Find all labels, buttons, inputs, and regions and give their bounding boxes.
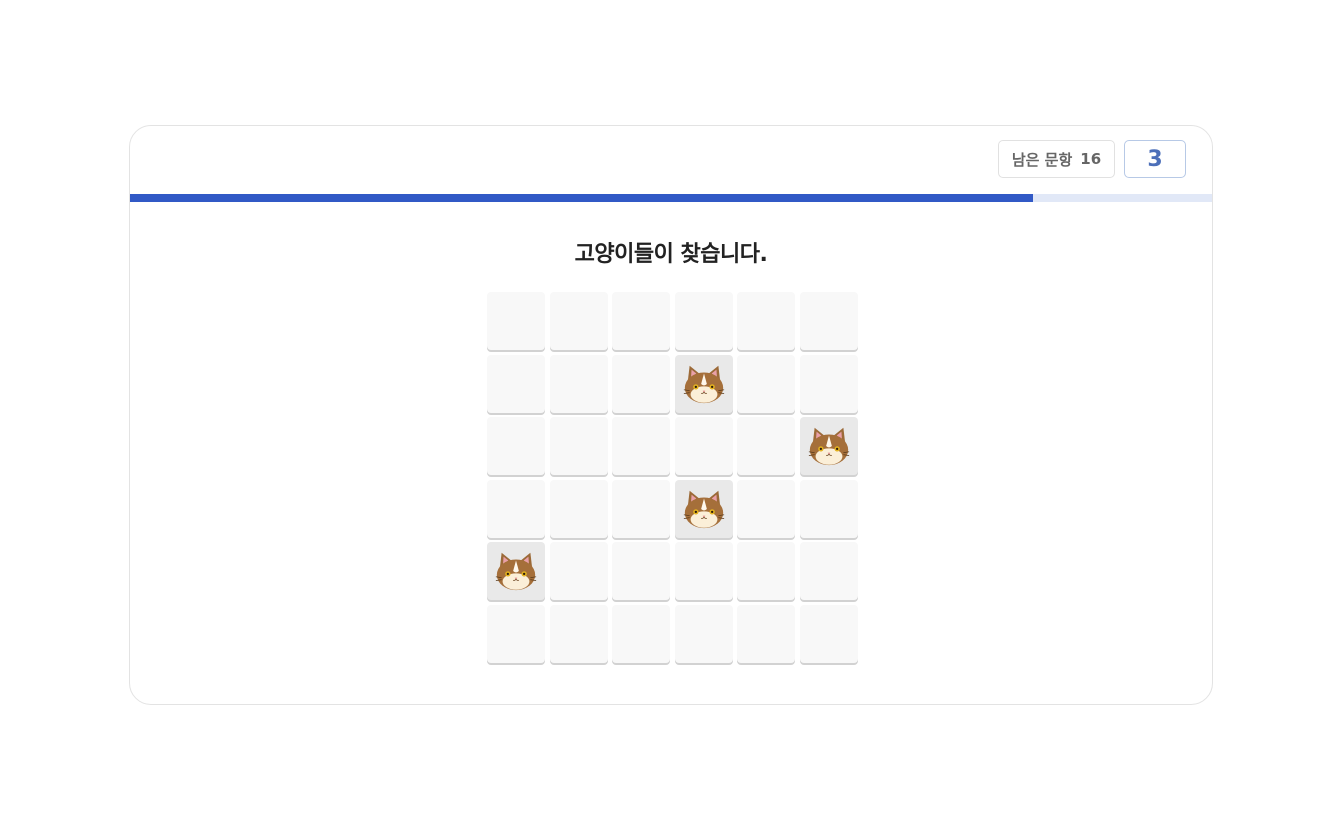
grid-tile[interactable] <box>737 604 795 663</box>
grid-tile[interactable] <box>674 479 733 538</box>
progress-bar-fill <box>130 194 1034 202</box>
grid-tile[interactable] <box>674 604 733 663</box>
grid-tile[interactable] <box>799 292 858 350</box>
instruction-text: 고양이들이 찾습니다. <box>574 242 768 267</box>
grid-tile[interactable] <box>612 292 670 350</box>
grid-tile[interactable] <box>487 542 545 600</box>
grid-tile[interactable] <box>549 354 608 413</box>
grid-tile[interactable] <box>487 604 545 663</box>
grid-tile[interactable] <box>674 542 733 600</box>
level-indicator: 3 <box>1124 140 1186 178</box>
grid-tile[interactable] <box>549 292 608 350</box>
grid-tile[interactable] <box>737 292 795 350</box>
remaining-label: 남은 문항 <box>1011 150 1073 169</box>
grid-tile[interactable] <box>549 604 608 663</box>
remaining-questions-badge: 남은 문항 16 <box>998 140 1115 178</box>
cat-face-icon <box>808 427 849 466</box>
grid-tile[interactable] <box>487 417 545 475</box>
grid-tile[interactable] <box>799 479 858 538</box>
grid-tile[interactable] <box>737 479 795 538</box>
grid-tile[interactable] <box>549 542 608 600</box>
grid-tile[interactable] <box>487 479 545 538</box>
grid-tile[interactable] <box>612 604 670 663</box>
remaining-count: 16 <box>1080 150 1102 168</box>
grid-tile[interactable] <box>612 479 670 538</box>
grid-tile[interactable] <box>737 417 795 475</box>
grid-tile[interactable] <box>549 479 608 538</box>
grid-tile[interactable] <box>487 354 545 413</box>
cat-face-icon <box>683 490 724 528</box>
grid-tile[interactable] <box>612 417 670 475</box>
grid-tile[interactable] <box>737 542 795 600</box>
grid-tile[interactable] <box>612 354 670 413</box>
grid-tile[interactable] <box>674 354 733 413</box>
grid-tile[interactable] <box>737 354 795 413</box>
grid-tile[interactable] <box>674 417 733 475</box>
tile-grid <box>487 292 858 663</box>
grid-tile[interactable] <box>612 542 670 600</box>
grid-tile[interactable] <box>799 604 858 663</box>
progress-bar <box>130 194 1212 202</box>
game-card: 남은 문항 16 3 고양이들이 찾습니다. <box>129 125 1213 705</box>
cat-face-icon <box>495 552 537 591</box>
grid-tile[interactable] <box>799 354 858 413</box>
grid-tile[interactable] <box>799 417 858 475</box>
cat-face-icon <box>683 365 724 403</box>
grid-tile[interactable] <box>799 542 858 600</box>
grid-tile[interactable] <box>674 292 733 350</box>
grid-tile[interactable] <box>549 417 608 475</box>
grid-tile[interactable] <box>487 292 545 350</box>
